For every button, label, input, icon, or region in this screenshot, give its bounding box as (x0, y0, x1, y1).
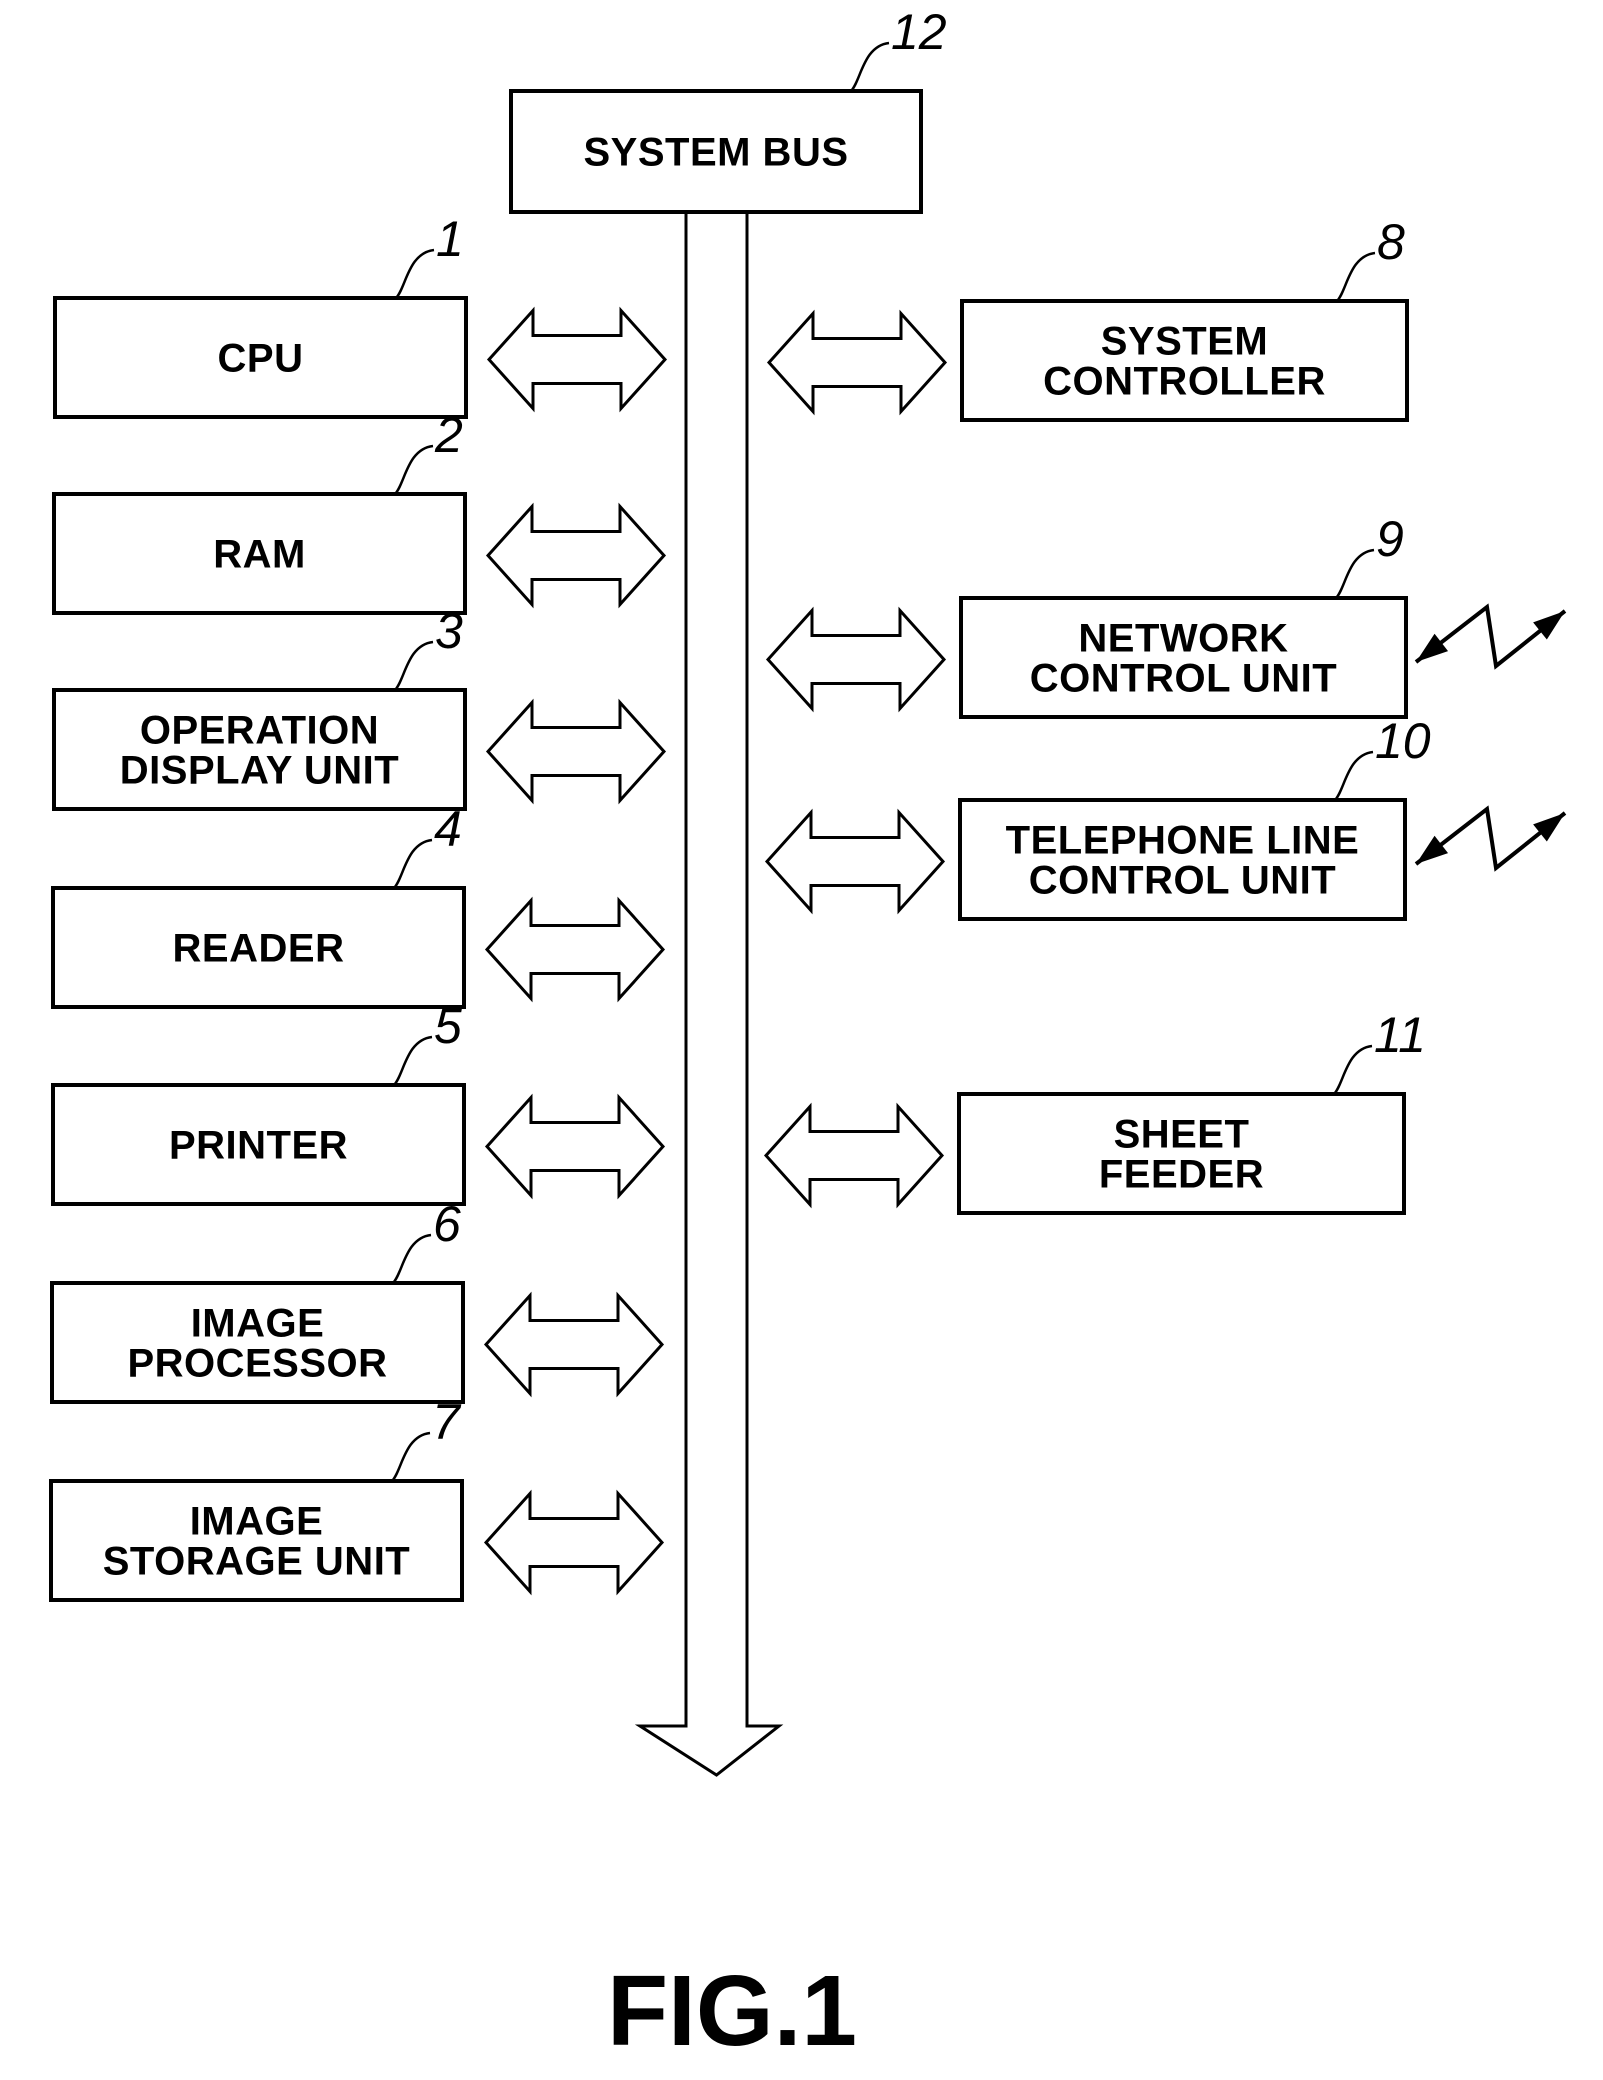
block-image-processor-label-line: PROCESSOR (127, 1342, 387, 1386)
block-image-processor-leader-line (392, 1233, 432, 1284)
bidirectional-arrow-image-processor (483, 1291, 665, 1398)
arrowhead-icon (1416, 633, 1449, 662)
block-image-storage-unit-leader-line (391, 1431, 431, 1482)
block-system-controller: SYSTEMCONTROLLER 8 (960, 214, 1409, 422)
block-operation-display-unit-ref-numeral: 3 (435, 603, 463, 659)
block-image-storage-unit-label-line: STORAGE UNIT (103, 1540, 411, 1584)
external-communication-icon-network-control-unit (1414, 603, 1567, 670)
block-ram: RAM 2 (52, 407, 467, 615)
block-operation-display-unit-leader-line (394, 640, 434, 691)
block-telephone-line-control-unit: TELEPHONE LINECONTROL UNIT 10 (958, 713, 1431, 921)
arrowhead-icon (1416, 835, 1449, 864)
bidirectional-arrow-ram (485, 502, 667, 609)
external-communication-icon-network-control-unit-line (1414, 603, 1567, 670)
block-diagram: SYSTEM BUS 12 CPU 1 RAM 2 OPERATIONDISPLAY UNI… (49, 4, 1567, 2067)
arrowhead-icon (1533, 611, 1565, 640)
block-ram-ref-numeral: 2 (434, 407, 463, 463)
bidirectional-arrow-printer (484, 1093, 666, 1200)
block-image-processor-ref-numeral: 6 (433, 1196, 461, 1252)
block-reader-leader-line (393, 838, 433, 889)
block-image-storage-unit-label-line: IMAGE (190, 1500, 324, 1544)
block-image-processor-label-line: IMAGE (191, 1302, 325, 1346)
system-bus-block: SYSTEM BUS 12 (509, 4, 947, 214)
block-sheet-feeder-ref-numeral: 11 (1374, 1007, 1426, 1063)
block-system-controller-label-line: SYSTEM (1101, 320, 1268, 364)
block-ram-leader-line (394, 444, 434, 495)
block-sheet-feeder: SHEETFEEDER 11 (957, 1007, 1426, 1215)
bidirectional-arrow-cpu (486, 306, 668, 413)
block-network-control-unit-label-line: NETWORK (1078, 617, 1288, 661)
block-printer: PRINTER 5 (51, 998, 466, 1206)
external-communication-icon-telephone-line-control-unit (1414, 805, 1567, 872)
block-reader-label-line: READER (173, 927, 345, 971)
bidirectional-arrow-system-controller (766, 309, 948, 416)
external-communication-icon-telephone-line-control-unit-line (1414, 805, 1567, 872)
block-printer-leader-line (393, 1035, 433, 1086)
block-printer-ref-numeral: 5 (434, 998, 462, 1054)
system-bus-block-leader-line (850, 41, 890, 92)
block-sheet-feeder-label-line: FEEDER (1099, 1153, 1264, 1197)
block-operation-display-unit-label-line: DISPLAY UNIT (120, 749, 399, 793)
block-image-processor: IMAGEPROCESSOR 6 (50, 1196, 465, 1404)
block-sheet-feeder-leader-line (1333, 1044, 1373, 1095)
block-telephone-line-control-unit-label-line: TELEPHONE LINE (1006, 819, 1360, 863)
bidirectional-arrow-operation-display-unit (485, 698, 667, 805)
block-ram-label-line: RAM (213, 533, 306, 577)
block-operation-display-unit: OPERATIONDISPLAY UNIT 3 (52, 603, 467, 811)
block-network-control-unit: NETWORKCONTROL UNIT 9 (959, 511, 1408, 719)
system-bus-block-label-line: SYSTEM BUS (583, 131, 848, 175)
bidirectional-arrow-telephone-line-control-unit (764, 808, 946, 915)
bidirectional-arrow-reader (484, 896, 666, 1003)
block-cpu-label-line: CPU (218, 337, 304, 381)
block-network-control-unit-ref-numeral: 9 (1376, 511, 1404, 567)
block-image-storage-unit: IMAGESTORAGE UNIT 7 (49, 1394, 464, 1602)
block-reader: READER 4 (51, 801, 466, 1009)
block-system-controller-leader-line (1336, 251, 1376, 302)
block-printer-label-line: PRINTER (169, 1124, 348, 1168)
block-telephone-line-control-unit-leader-line (1334, 750, 1374, 801)
block-reader-ref-numeral: 4 (434, 801, 462, 857)
system-bus-block-ref-numeral: 12 (891, 4, 947, 60)
figure-label: FIG.1 (607, 1955, 857, 2067)
bidirectional-arrow-network-control-unit (765, 606, 947, 713)
bidirectional-arrow-sheet-feeder (763, 1102, 945, 1209)
block-sheet-feeder-label-line: SHEET (1114, 1113, 1250, 1157)
block-cpu-leader-line (395, 248, 435, 299)
arrowhead-icon (1533, 813, 1565, 842)
block-operation-display-unit-label-line: OPERATION (140, 709, 379, 753)
block-system-controller-label-line: CONTROLLER (1043, 360, 1326, 404)
block-network-control-unit-label-line: CONTROL UNIT (1030, 657, 1337, 701)
bidirectional-arrow-image-storage-unit (483, 1489, 665, 1596)
block-cpu: CPU 1 (53, 211, 468, 419)
block-network-control-unit-leader-line (1335, 548, 1375, 599)
block-image-storage-unit-ref-numeral: 7 (432, 1394, 462, 1450)
block-telephone-line-control-unit-label-line: CONTROL UNIT (1029, 859, 1336, 903)
external-links-group (1414, 603, 1567, 872)
block-telephone-line-control-unit-ref-numeral: 10 (1375, 713, 1431, 769)
block-system-controller-ref-numeral: 8 (1377, 214, 1405, 270)
block-cpu-ref-numeral: 1 (436, 211, 464, 267)
